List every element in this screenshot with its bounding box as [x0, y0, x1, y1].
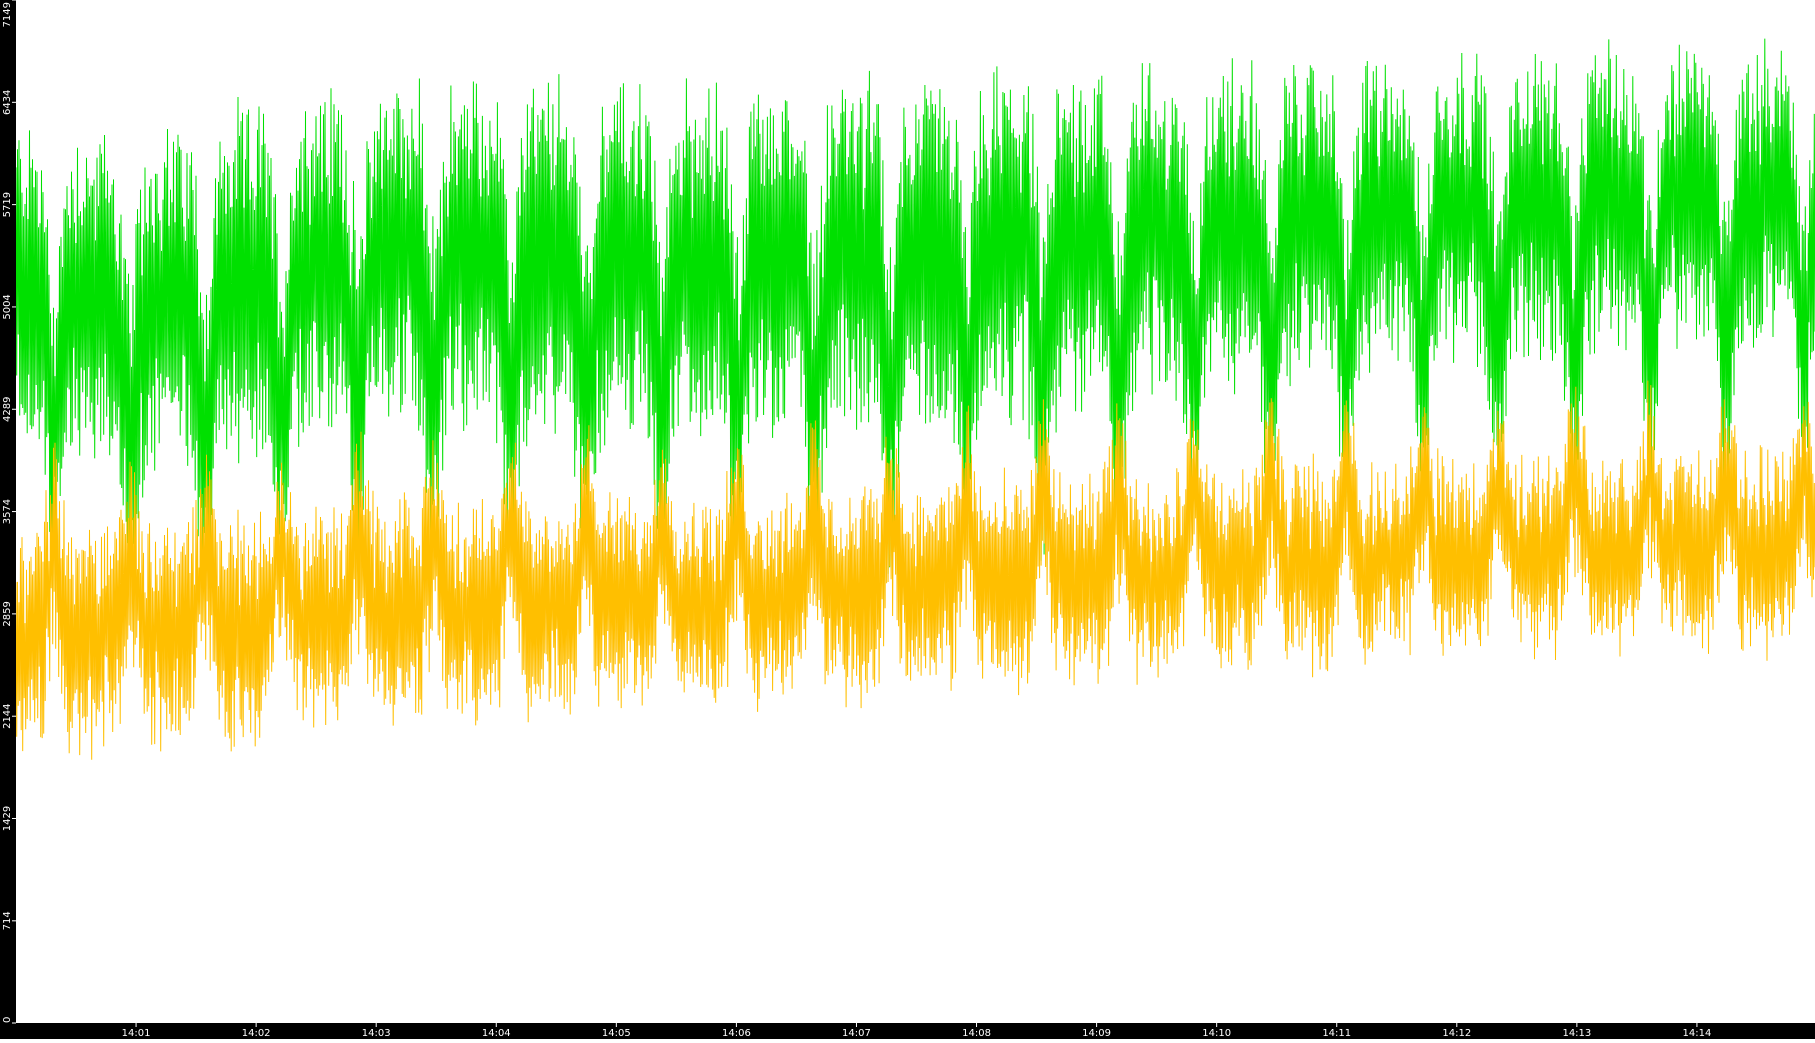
y-tick-label: 5719	[2, 192, 13, 217]
x-tick-label: 14:01	[122, 1028, 151, 1039]
line-chart: 0 714 1429 2144 2859 3574 4289 5004 5719 6434 7149…	[0, 0, 1815, 1039]
y-tick-label: 2859	[2, 601, 13, 626]
y-tick-label: 4289	[2, 397, 13, 422]
x-tick-label: 14:09	[1082, 1028, 1111, 1039]
x-tick-label: 14:12	[1442, 1028, 1471, 1039]
x-tick-label: 14:11	[1322, 1028, 1351, 1039]
y-tick-label: 6434	[2, 90, 13, 115]
x-tick-label: 14:10	[1202, 1028, 1231, 1039]
x-tick-label: 14:06	[722, 1028, 751, 1039]
x-tick-label: 14:07	[842, 1028, 871, 1039]
x-axis-strip	[0, 1023, 1815, 1039]
y-tick-label: 7149	[2, 2, 13, 27]
chart-svg: 0 714 1429 2144 2859 3574 4289 5004 5719 6434 7149…	[0, 0, 1815, 1039]
y-tick-label: 5004	[2, 294, 13, 319]
x-tick-label: 14:14	[1683, 1028, 1712, 1039]
y-tick-label: 0	[2, 1017, 13, 1023]
x-tick-label: 14:13	[1562, 1028, 1591, 1039]
y-tick-label: 1429	[2, 806, 13, 831]
x-tick-label: 14:04	[482, 1028, 511, 1039]
y-tick-label: 2144	[2, 703, 13, 728]
y-tick-label: 3574	[2, 499, 13, 524]
x-tick-label: 14:05	[602, 1028, 631, 1039]
x-tick-label: 14:03	[362, 1028, 391, 1039]
x-tick-label: 14:02	[242, 1028, 271, 1039]
x-tick-label: 14:08	[962, 1028, 991, 1039]
y-tick-label: 714	[2, 911, 13, 930]
